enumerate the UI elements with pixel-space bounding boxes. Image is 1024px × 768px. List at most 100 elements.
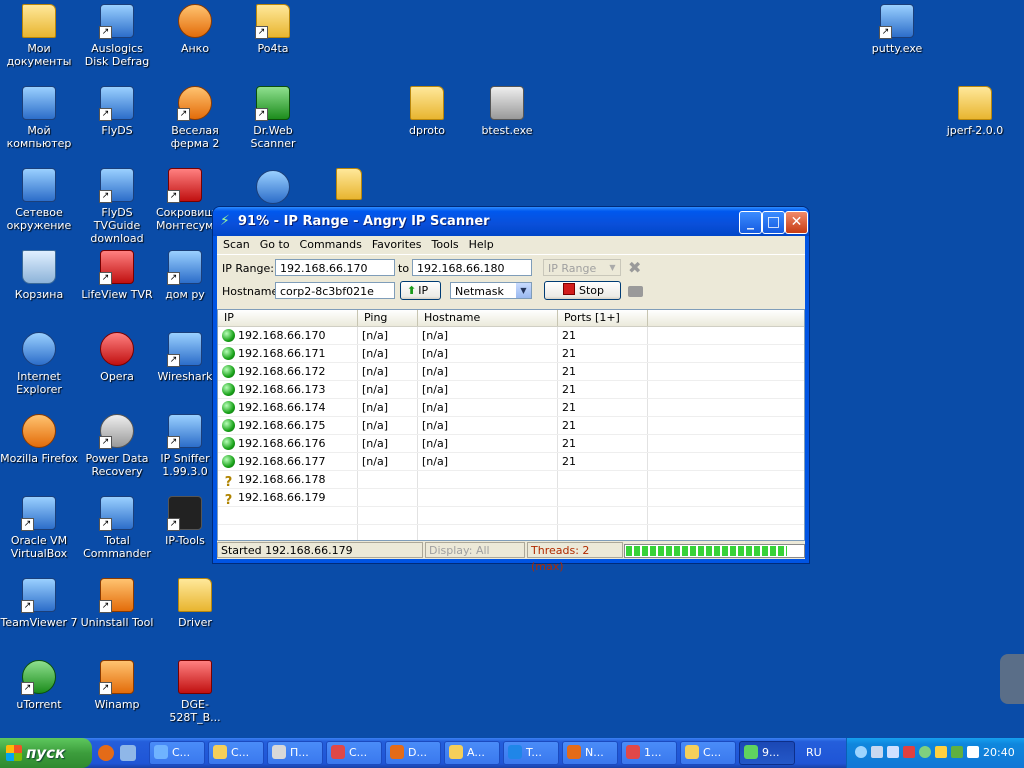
table-row[interactable]: 192.168.66.177 [n/a] [n/a] 21	[218, 453, 804, 471]
cell-ports: 21	[558, 399, 648, 416]
clock[interactable]: 20:40	[983, 746, 1015, 759]
desktop-icon-total-commander[interactable]: Total Commander	[78, 496, 156, 560]
desktop-icon-ie[interactable]: Internet Explorer	[0, 332, 78, 396]
menu-go-to[interactable]: Go to	[256, 236, 296, 254]
angry-ip-scanner-icon: ⚡	[220, 213, 230, 229]
table-row[interactable]: 192.168.66.171 [n/a] [n/a] 21	[218, 345, 804, 363]
menu-commands[interactable]: Commands	[296, 236, 368, 254]
column-ip[interactable]: IP	[218, 310, 358, 326]
title-bar[interactable]: ⚡ 91% - IP Range - Angry IP Scanner _ □ …	[213, 207, 809, 236]
maximize-button[interactable]: □	[762, 211, 785, 234]
desktop-icon-flyds-tvguide[interactable]: FlyDS TVGuide download	[78, 168, 156, 245]
desktop-icon-recycle-bin[interactable]: Корзина	[0, 250, 78, 301]
desktop-icon-putty[interactable]: putty.exe	[858, 4, 936, 55]
desktop-icon-flyds[interactable]: FlyDS	[78, 86, 156, 137]
table-row[interactable]: 192.168.66.172 [n/a] [n/a] 21	[218, 363, 804, 381]
taskbar-button[interactable]: C...	[326, 741, 382, 765]
desktop-icon-opera[interactable]: Opera	[78, 332, 156, 383]
show-desktop-icon[interactable]	[120, 745, 136, 761]
desktop-icon-virtualbox[interactable]: Oracle VM VirtualBox	[0, 496, 78, 560]
desktop-icon-montezuma[interactable]: Сокровища Монтесумы	[156, 168, 214, 232]
tray-teamviewer-icon[interactable]	[855, 746, 867, 758]
taskbar-button[interactable]: C...	[208, 741, 264, 765]
taskbar-button[interactable]: C...	[680, 741, 736, 765]
desktop-icon-jperf[interactable]: jperf-2.0.0	[936, 86, 1014, 137]
desktop-icon-ip-tools[interactable]: IP-Tools	[156, 496, 214, 547]
menu-help[interactable]: Help	[465, 236, 500, 254]
close-button[interactable]: ✕	[785, 211, 808, 234]
stop-button[interactable]: Stop	[544, 281, 621, 300]
taskbar-button[interactable]: A...	[444, 741, 500, 765]
taskbar-button[interactable]: T...	[503, 741, 559, 765]
tray-antivirus-icon[interactable]	[903, 746, 915, 758]
tray-volume-icon[interactable]	[967, 746, 979, 758]
ip-text: 192.168.66.174	[238, 401, 326, 414]
desktop-icon-drweb[interactable]: Dr.Web Scanner	[234, 86, 312, 150]
desktop-icon-dom-ru[interactable]: дом ру	[156, 250, 214, 301]
table-row[interactable]: ? 192.168.66.179	[218, 489, 804, 507]
taskbar-button[interactable]: 1...	[621, 741, 677, 765]
tray-app-icon[interactable]	[935, 746, 947, 758]
column-ports[interactable]: Ports [1+]	[558, 310, 648, 326]
menu-scan[interactable]: Scan	[219, 236, 256, 254]
feeder-select[interactable]: IP Range ▼	[543, 259, 621, 276]
menu-tools[interactable]: Tools	[428, 236, 465, 254]
desktop-icon-teamviewer[interactable]: TeamViewer 7	[0, 578, 78, 629]
tray-utorrent-icon[interactable]	[951, 746, 963, 758]
ip-end-input[interactable]: 192.168.66.180	[412, 259, 532, 276]
start-button[interactable]: пуск	[0, 738, 92, 768]
column-hostname[interactable]: Hostname	[418, 310, 558, 326]
desktop-icon-uninstall-tool[interactable]: Uninstall Tool	[78, 578, 156, 629]
fetchers-icon[interactable]	[628, 286, 643, 297]
desktop-icon-my-documents[interactable]: Мои документы	[0, 4, 78, 68]
desktop-icon-winamp[interactable]: Winamp	[78, 660, 156, 711]
menu-favorites[interactable]: Favorites	[368, 236, 428, 254]
desktop-icon-anko[interactable]: Анко	[156, 4, 234, 55]
table-row[interactable]: 192.168.66.174 [n/a] [n/a] 21	[218, 399, 804, 417]
tray-skype-icon[interactable]	[919, 746, 931, 758]
desktop-icon-driver[interactable]: Driver	[156, 578, 234, 629]
app-icon	[626, 745, 640, 759]
ip-up-button[interactable]: ⬆ IP	[400, 281, 441, 300]
tray-network-icon[interactable]	[871, 746, 883, 758]
desktop-icon-network[interactable]: Сетевое окружение	[0, 168, 78, 232]
desktop-icon-wireshark[interactable]: Wireshark	[156, 332, 214, 383]
taskbar-button[interactable]: N...	[562, 741, 618, 765]
clear-x-icon[interactable]: ✖	[628, 258, 641, 277]
minimize-button[interactable]: _	[739, 211, 762, 234]
desktop-icon-farm[interactable]: Веселая ферма 2	[156, 86, 234, 150]
table-row[interactable]: 192.168.66.170 [n/a] [n/a] 21	[218, 327, 804, 345]
taskbar-button[interactable]: 9...	[739, 741, 795, 765]
column-ping[interactable]: Ping	[358, 310, 418, 326]
table-row[interactable]: ? 192.168.66.178	[218, 471, 804, 489]
table-row[interactable]: 192.168.66.176 [n/a] [n/a] 21	[218, 435, 804, 453]
taskbar-button[interactable]: П...	[267, 741, 323, 765]
hostname-input[interactable]: corp2-8c3bf021e	[275, 282, 395, 299]
desktop-icon-btest[interactable]: btest.exe	[468, 86, 546, 137]
firefox-quicklaunch-icon[interactable]	[98, 745, 114, 761]
tray-signal-icon[interactable]	[887, 746, 899, 758]
desktop-icon-ip-sniffer[interactable]: IP Sniffer 1.99.3.0	[156, 414, 214, 478]
desktop-icon-po4ta[interactable]: Po4ta	[234, 4, 312, 55]
desktop-icon-auslogics[interactable]: Auslogics Disk Defrag	[78, 4, 156, 68]
cell-ping: [n/a]	[358, 417, 418, 434]
desktop-icon-dge528t[interactable]: DGE-528T_B...	[156, 660, 234, 724]
desktop-icon-lifeview[interactable]: LifeView TVR	[78, 250, 156, 301]
desktop-icon-dproto[interactable]: dproto	[388, 86, 466, 137]
desktop-icon-firefox[interactable]: Mozilla Firefox	[0, 414, 78, 465]
ip-start-input[interactable]: 192.168.66.170	[275, 259, 395, 276]
cell-filler	[648, 417, 804, 434]
taskbar-button[interactable]: C...	[149, 741, 205, 765]
folder-icon[interactable]	[336, 168, 362, 200]
to-label: to	[398, 262, 410, 275]
desktop-icon-my-computer[interactable]: Мой компьютер	[0, 86, 78, 150]
language-indicator[interactable]: RU	[806, 746, 822, 759]
desktop-icon-power-data-recovery[interactable]: Power Data Recovery	[78, 414, 156, 478]
desktop-icon-utorrent[interactable]: uTorrent	[0, 660, 78, 711]
teamviewer-side-tab[interactable]	[1000, 654, 1024, 704]
table-row[interactable]: 192.168.66.175 [n/a] [n/a] 21	[218, 417, 804, 435]
table-row[interactable]: 192.168.66.173 [n/a] [n/a] 21	[218, 381, 804, 399]
netmask-select[interactable]: Netmask ▼	[450, 282, 532, 299]
taskbar-button[interactable]: D...	[385, 741, 441, 765]
eye-icon[interactable]	[256, 170, 290, 204]
